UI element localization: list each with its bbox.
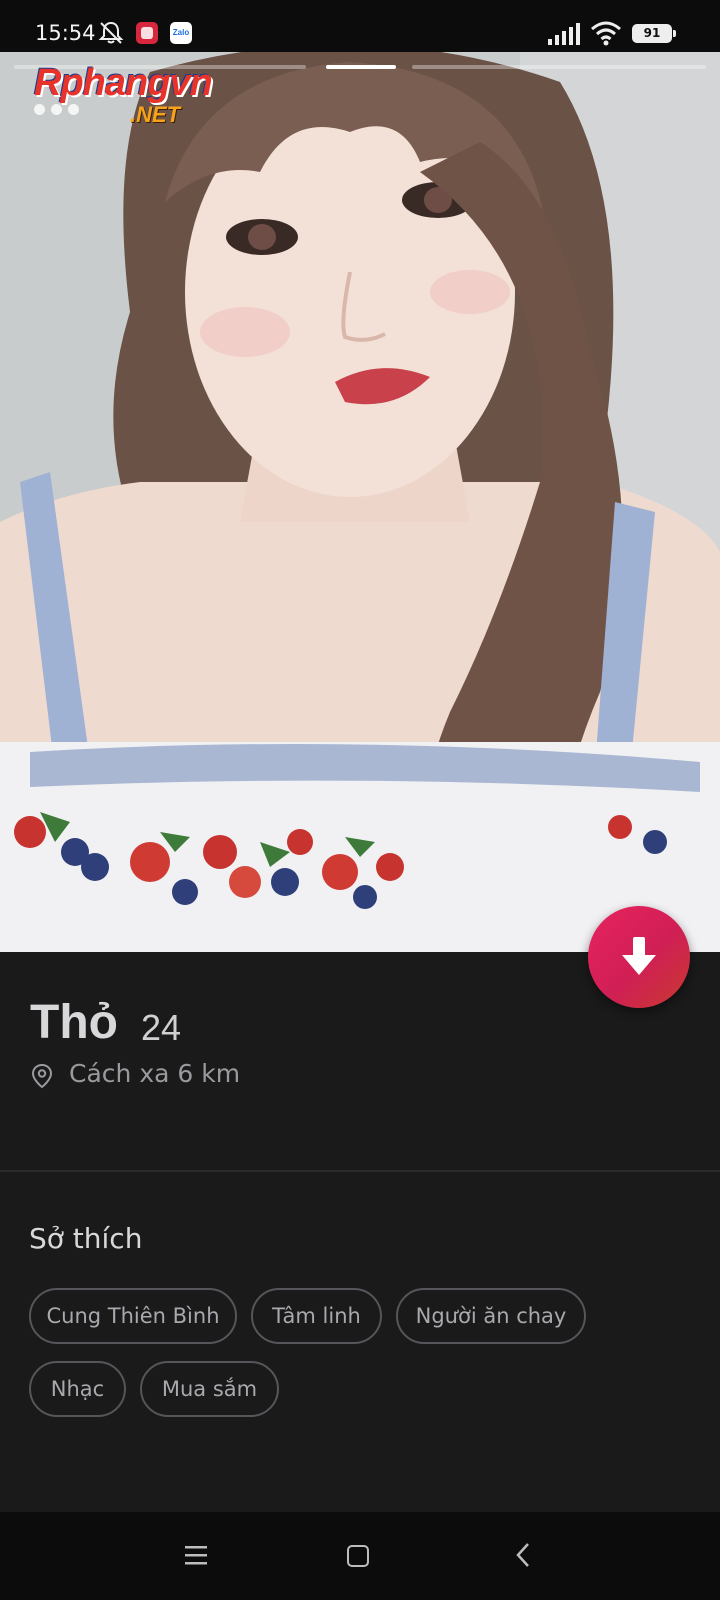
profile-name: Thỏ	[30, 996, 118, 1049]
interest-chip[interactable]: Người ăn chay	[396, 1288, 586, 1344]
menu-icon[interactable]	[184, 1544, 208, 1566]
status-bar: 15:54 Zalo 91	[0, 0, 720, 52]
interest-chip[interactable]: Nhạc	[29, 1361, 126, 1417]
watermark-logo: Rphangvn .NET	[34, 62, 213, 127]
interest-chip[interactable]: Mua sắm	[140, 1361, 279, 1417]
photo-image	[0, 52, 720, 952]
profile-photo[interactable]: Rphangvn .NET	[0, 52, 720, 952]
mute-notifications-icon	[98, 21, 124, 44]
status-time: 15:54	[35, 21, 96, 45]
signal-icon	[548, 23, 580, 45]
home-square-icon[interactable]	[347, 1545, 369, 1567]
wifi-icon	[591, 21, 621, 46]
arrow-down-icon	[622, 937, 656, 975]
interests-title: Sở thích	[29, 1222, 143, 1255]
zalo-notification-icon: Zalo	[170, 22, 192, 44]
battery-level: 91	[634, 26, 670, 41]
watermark-sub: .NET	[130, 102, 181, 127]
interest-chip[interactable]: Cung Thiên Bình	[29, 1288, 237, 1344]
back-chevron-icon[interactable]	[515, 1542, 531, 1568]
location-pin-icon	[31, 1063, 53, 1089]
more-options-icon[interactable]	[34, 100, 85, 119]
app-notification-icon	[136, 22, 158, 44]
battery-icon: 91	[632, 24, 676, 43]
collapse-profile-button[interactable]	[588, 906, 690, 1008]
watermark-main: Rphangvn	[34, 62, 213, 104]
profile-distance: Cách xa 6 km	[69, 1059, 241, 1088]
profile-age: 24	[141, 1007, 182, 1048]
interest-chip[interactable]: Tâm linh	[251, 1288, 382, 1344]
section-divider	[0, 1170, 720, 1172]
photo-progress-3	[412, 65, 706, 69]
photo-progress-2	[326, 65, 396, 69]
